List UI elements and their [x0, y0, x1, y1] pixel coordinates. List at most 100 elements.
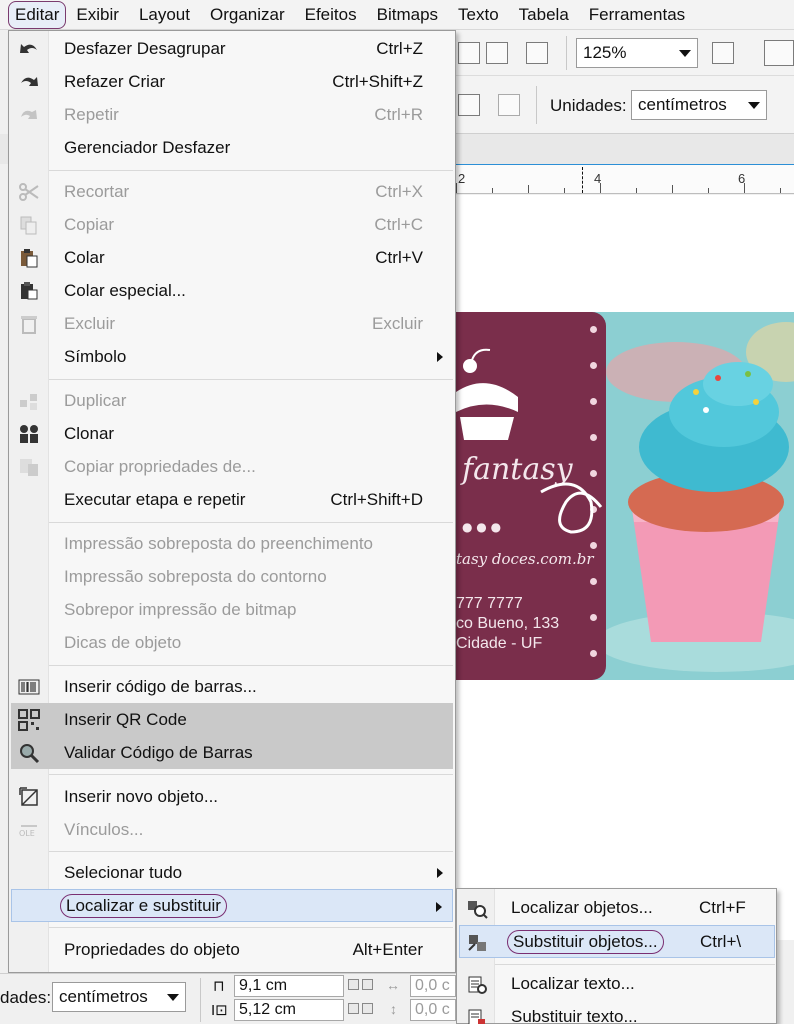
menu-item-label: Copiar [64, 214, 115, 234]
repeat-icon [17, 103, 41, 127]
menu-item-propriedades-objeto[interactable]: Propriedades do objeto Alt+Enter [11, 933, 453, 966]
rulers-icon[interactable] [764, 40, 794, 66]
menu-item-excluir[interactable]: Excluir Excluir [11, 307, 453, 340]
menu-item-colar[interactable]: Colar Ctrl+V [11, 241, 453, 274]
full-screen-icon[interactable] [712, 42, 734, 64]
menu-bitmaps[interactable]: Bitmaps [367, 2, 448, 28]
menu-item-sobreposta-preenchimento[interactable]: Impressão sobreposta do preenchimento [11, 527, 453, 560]
horizontal-offset-icon: ↔ [386, 977, 400, 993]
menu-item-colar-especial[interactable]: Colar especial... [11, 274, 453, 307]
submenu-item-label: Localizar objetos... [511, 898, 653, 917]
submenu-item-shortcut: Ctrl+\ [700, 932, 742, 951]
new-object-icon [17, 785, 41, 809]
decorative-dot [590, 362, 597, 369]
menu-item-duplicar[interactable]: Duplicar [11, 384, 453, 417]
barcode-icon [17, 675, 41, 699]
menu-separator [49, 522, 453, 523]
units-combo[interactable]: centímetros [52, 982, 186, 1012]
offset-x-value: 0,0 c [415, 977, 450, 994]
menu-texto[interactable]: Texto [448, 2, 509, 28]
find-objects-icon [465, 897, 489, 921]
menu-separator [49, 774, 453, 775]
menu-item-vinculos[interactable]: OLE Vínculos... [11, 813, 453, 846]
height-field[interactable]: 5,12 cm [234, 999, 344, 1021]
menu-item-repetir[interactable]: Repetir Ctrl+R [11, 98, 453, 131]
submenu-item-localizar-objetos[interactable]: Localizar objetos... Ctrl+F [459, 892, 775, 925]
menu-item-label: Excluir [64, 313, 116, 333]
submenu-item-substituir-texto[interactable]: Substituir texto... [459, 1001, 775, 1024]
spin-up-icon[interactable] [362, 1003, 373, 1014]
menu-item-label: Executar etapa e repetir [64, 489, 246, 509]
menu-item-localizar-substituir[interactable]: Localizar e substituir [11, 889, 453, 922]
standard-toolbar: 125% [456, 30, 794, 76]
publish-pdf-icon[interactable] [526, 42, 548, 64]
menu-item-gerenciador-desfazer[interactable]: Gerenciador Desfazer [11, 131, 453, 164]
align-icon[interactable] [498, 94, 520, 116]
cupcake-logo-icon [456, 348, 518, 440]
width-field[interactable]: 9,1 cm [234, 975, 344, 997]
menu-item-label: Duplicar [64, 390, 127, 410]
menu-item-label: Gerenciador Desfazer [64, 137, 231, 157]
submenu-arrow-icon [437, 868, 443, 878]
svg-text:OLE: OLE [19, 829, 35, 838]
spin-down-icon[interactable] [348, 979, 359, 990]
export-icon[interactable] [486, 42, 508, 64]
menu-item-recortar[interactable]: Recortar Ctrl+X [11, 175, 453, 208]
menu-exibir[interactable]: Exibir [66, 2, 129, 28]
submenu-item-label: Substituir texto... [511, 1007, 638, 1024]
ruler-tick [600, 183, 601, 193]
height-icon: I⊡ [211, 1002, 228, 1019]
menu-item-desfazer[interactable]: Desfazer Desagrupar Ctrl+Z [11, 32, 453, 65]
menu-item-inserir-codigo-barras[interactable]: Inserir código de barras... [11, 670, 453, 703]
offset-x-field[interactable]: 0,0 c [410, 975, 456, 997]
menu-item-simbolo[interactable]: Símbolo [11, 340, 453, 373]
menu-item-clonar[interactable]: Clonar [11, 417, 453, 450]
menu-item-sobrepor-bitmap[interactable]: Sobrepor impressão de bitmap [11, 593, 453, 626]
import-icon[interactable] [458, 42, 480, 64]
menu-efeitos[interactable]: Efeitos [295, 2, 367, 28]
menu-item-dicas-objeto[interactable]: Dicas de objeto [11, 626, 453, 659]
units-label: Unidades: [550, 96, 627, 115]
menu-item-inserir-qr-code[interactable]: Inserir QR Code [11, 703, 453, 736]
submenu-item-localizar-texto[interactable]: Localizar texto... [459, 968, 775, 1001]
spin-up-icon[interactable] [362, 979, 373, 990]
menu-item-validar-codigo-barras[interactable]: Validar Código de Barras [11, 736, 453, 769]
menu-editar[interactable]: Editar [8, 0, 67, 29]
menu-item-shortcut: Ctrl+X [375, 181, 423, 201]
offset-y-field[interactable]: 0,0 c [410, 999, 456, 1021]
menu-item-shortcut: Ctrl+Z [376, 38, 423, 58]
horizontal-ruler[interactable]: 2 4 6 [456, 164, 794, 194]
menu-item-copiar-propriedades[interactable]: Copiar propriedades de... [11, 450, 453, 483]
group-icon[interactable] [458, 94, 480, 116]
chevron-down-icon [167, 994, 179, 1001]
menu-item-label: Repetir [64, 104, 119, 124]
card-text-panel[interactable]: fantasy ● ● ● tasy doces.com.br 777 7777… [456, 312, 606, 680]
menu-layout[interactable]: Layout [129, 2, 200, 28]
property-toolbar: Unidades: centímetros [456, 76, 794, 134]
ruler-tick [672, 185, 673, 193]
submenu-item-label: Substituir objetos... [507, 930, 664, 954]
menu-tabela[interactable]: Tabela [509, 2, 579, 28]
decorative-dot [590, 614, 597, 621]
menu-item-inserir-novo-objeto[interactable]: Inserir novo objeto... [11, 780, 453, 813]
submenu-arrow-icon [437, 352, 443, 362]
ole-icon: OLE [17, 818, 41, 842]
menu-item-shortcut: Ctrl+C [374, 214, 423, 234]
menu-item-shortcut: Ctrl+R [374, 104, 423, 124]
menu-item-executar-etapa[interactable]: Executar etapa e repetir Ctrl+Shift+D [11, 483, 453, 516]
submenu-item-substituir-objetos[interactable]: Substituir objetos... Ctrl+\ [459, 925, 775, 958]
menu-item-sobreposta-contorno[interactable]: Impressão sobreposta do contorno [11, 560, 453, 593]
clone-icon [17, 422, 41, 446]
spin-down-icon[interactable] [348, 1003, 359, 1014]
trash-icon [17, 312, 41, 336]
menu-bar: Editar Exibir Layout Organizar Efeitos B… [0, 0, 794, 30]
menu-item-copiar[interactable]: Copiar Ctrl+C [11, 208, 453, 241]
copy-icon [17, 213, 41, 237]
zoom-combo[interactable]: 125% [576, 38, 698, 68]
menu-item-selecionar-tudo[interactable]: Selecionar tudo [11, 856, 453, 889]
units-combo[interactable]: centímetros [631, 90, 767, 120]
menu-organizar[interactable]: Organizar [200, 2, 295, 28]
replace-objects-icon [466, 931, 490, 955]
menu-ferramentas[interactable]: Ferramentas [579, 2, 695, 28]
menu-item-refazer[interactable]: Refazer Criar Ctrl+Shift+Z [11, 65, 453, 98]
